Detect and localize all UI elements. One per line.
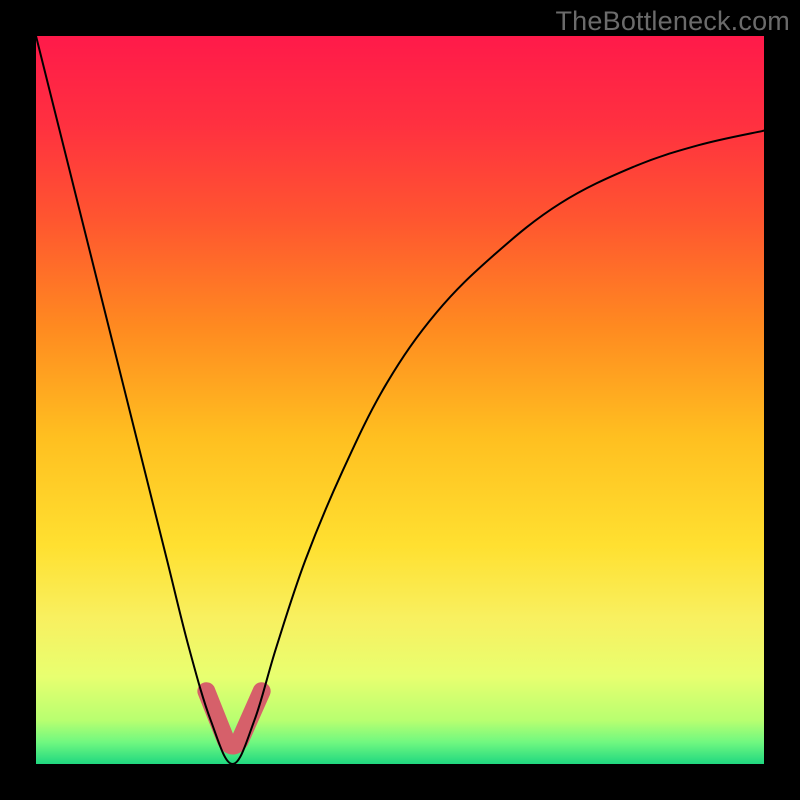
- gradient-background: [36, 36, 764, 764]
- chart-frame: TheBottleneck.com: [0, 0, 800, 800]
- watermark-text: TheBottleneck.com: [555, 6, 790, 37]
- plot-area: [36, 36, 764, 764]
- plot-svg: [36, 36, 764, 764]
